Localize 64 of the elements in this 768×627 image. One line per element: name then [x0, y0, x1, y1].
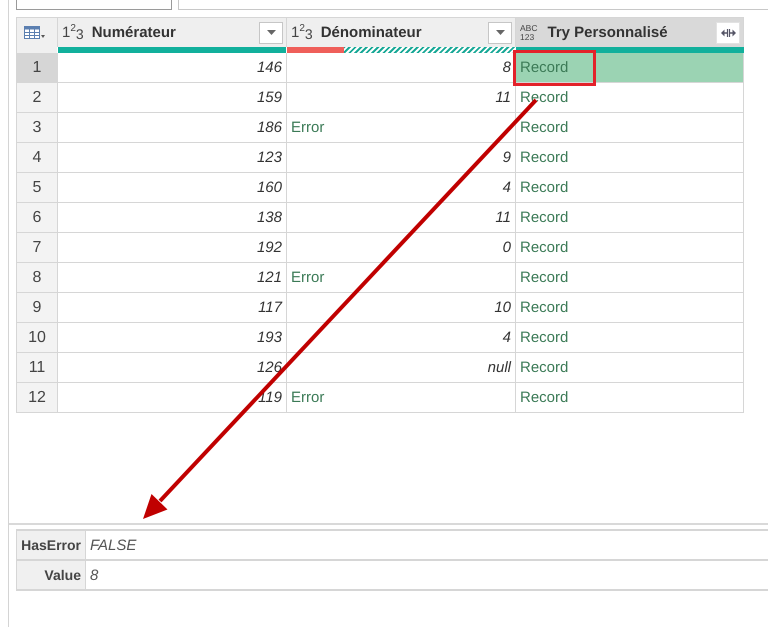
table-cell: 186 — [57, 113, 286, 143]
column-name: Try Personnalisé — [547, 24, 668, 41]
table-cell: 159 — [57, 83, 286, 113]
table-cell: 4 — [286, 323, 515, 353]
table-cell: 123 — [57, 143, 286, 173]
row-number[interactable]: 4 — [16, 143, 57, 173]
column-name: Dénominateur — [320, 24, 422, 41]
table-cell: 193 — [57, 323, 286, 353]
table-cell[interactable]: Record — [515, 383, 744, 413]
table-cell[interactable]: Record — [515, 323, 744, 353]
table-cell[interactable]: Record — [515, 83, 744, 113]
row-number[interactable]: 2 — [16, 83, 57, 113]
filter-dropdown-button[interactable] — [488, 22, 512, 44]
field-label: HasError — [16, 531, 85, 561]
row-number[interactable]: 10 — [16, 323, 57, 353]
row-number[interactable]: 3 — [16, 113, 57, 143]
table-cell[interactable]: Error — [286, 383, 515, 413]
column-header[interactable]: ABC 123 Try Personnalisé — [515, 17, 744, 47]
table-icon[interactable] — [24, 26, 46, 39]
input-field[interactable] — [16, 0, 172, 10]
table-cell: 9 — [286, 143, 515, 173]
filter-dropdown-button[interactable] — [259, 22, 283, 44]
table-cell: 126 — [57, 353, 286, 383]
table-cell: 146 — [57, 53, 286, 83]
table-cell: 160 — [57, 173, 286, 203]
table-cell[interactable]: Record — [515, 353, 744, 383]
row-number[interactable]: 5 — [16, 173, 57, 203]
row-number[interactable]: 11 — [16, 353, 57, 383]
table-cell[interactable]: Record — [515, 113, 744, 143]
table-cell: 138 — [57, 203, 286, 233]
row-number[interactable]: 9 — [16, 293, 57, 323]
table-cell: 117 — [57, 293, 286, 323]
table-cell[interactable]: Record — [515, 143, 744, 173]
table-cell[interactable]: Error — [286, 263, 515, 293]
table-cell[interactable]: Record — [515, 203, 744, 233]
field-value: 8 — [85, 561, 768, 591]
input-field[interactable] — [178, 0, 768, 10]
type-label: ABC 123 — [520, 24, 538, 41]
table-cell: 4 — [286, 173, 515, 203]
caret-icon — [266, 30, 276, 35]
row-number[interactable]: 7 — [16, 233, 57, 263]
row-number[interactable]: 1 — [16, 53, 57, 83]
table-cell: 192 — [57, 233, 286, 263]
table-cell: 0 — [286, 233, 515, 263]
table-cell[interactable]: Error — [286, 113, 515, 143]
field-value: FALSE — [85, 531, 768, 561]
table-cell: 11 — [286, 203, 515, 233]
table-cell[interactable]: Record — [515, 173, 744, 203]
table-cell: 11 — [286, 83, 515, 113]
table-cell[interactable]: Record — [515, 263, 744, 293]
expand-column-button[interactable] — [716, 22, 740, 44]
table-cell: 121 — [57, 263, 286, 293]
column-name: Numérateur — [92, 24, 176, 41]
row-number[interactable]: 8 — [16, 263, 57, 293]
table-cell: 10 — [286, 293, 515, 323]
field-label: Value — [16, 561, 85, 591]
table-cell: 8 — [286, 53, 515, 83]
row-number[interactable]: 12 — [16, 383, 57, 413]
table-cell: null — [286, 353, 515, 383]
table-cell[interactable]: Record — [515, 233, 744, 263]
table-cell[interactable]: Record — [515, 293, 744, 323]
caret-icon — [496, 30, 504, 35]
row-number[interactable]: 6 — [16, 203, 57, 233]
expand-arrows-icon — [720, 28, 736, 38]
